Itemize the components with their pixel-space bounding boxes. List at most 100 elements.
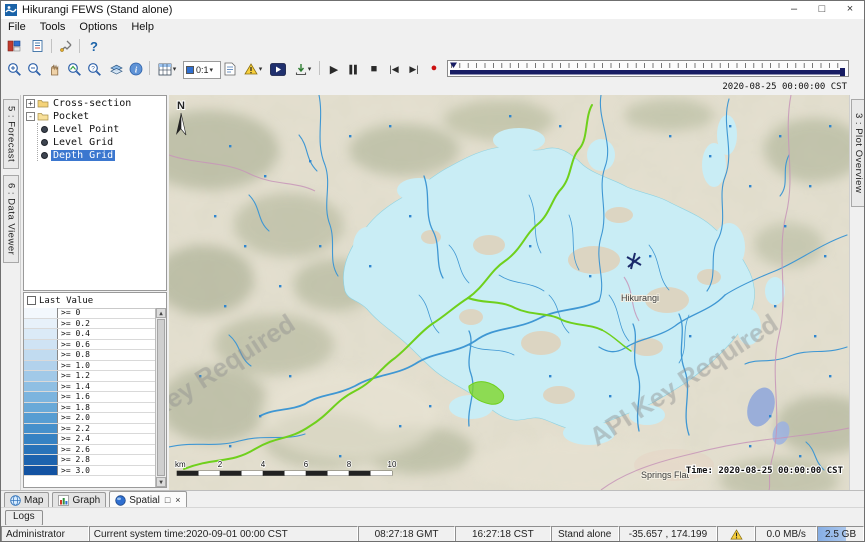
legend-color-swatch	[24, 340, 58, 350]
node-icon	[41, 139, 48, 146]
layers-icon[interactable]	[107, 60, 125, 78]
node-icon	[41, 126, 48, 133]
close-button[interactable]: ×	[836, 1, 864, 19]
scale-tick: 2	[218, 460, 223, 469]
pause-button[interactable]: ▌▌	[345, 60, 363, 78]
scroll-up-icon[interactable]: ▲	[156, 308, 166, 318]
left-tab-strip: 5 : Forecast 6 : Data Viewer	[1, 95, 21, 490]
collapse-toggle-icon[interactable]: -	[26, 112, 35, 121]
download-button[interactable]: ▾	[291, 60, 315, 78]
legend-row-label: >= 1.0	[58, 361, 90, 371]
tab-plot-overview[interactable]: 3 : Plot Overview	[851, 99, 865, 207]
scroll-down-icon[interactable]: ▼	[156, 477, 166, 487]
tab-data-viewer[interactable]: 6 : Data Viewer	[3, 175, 19, 263]
zoom-out-icon[interactable]	[25, 60, 43, 78]
zoom-extent-icon[interactable]	[65, 60, 83, 78]
scale-tick: 4	[261, 460, 266, 469]
tree-item-label: Level Grid	[51, 137, 115, 148]
menu-bar: File Tools Options Help	[1, 19, 864, 35]
tree-item-level-point[interactable]: Level Point	[40, 123, 166, 135]
menu-options[interactable]: Options	[72, 19, 124, 35]
tab-map[interactable]: Map	[4, 492, 49, 508]
scale-tick: 8	[347, 460, 352, 469]
logs-row: Logs	[1, 507, 864, 526]
label-springs-flat: Springs Flat	[641, 470, 690, 480]
main-toolbar: ?	[1, 35, 864, 58]
tree-item-label: Pocket	[51, 111, 91, 122]
map-canvas[interactable]: Hikurangi Springs Flat API Key Required …	[169, 95, 849, 490]
app-icon	[5, 4, 17, 16]
document-icon[interactable]	[221, 60, 239, 78]
timeline-slider[interactable]	[447, 60, 849, 77]
menu-help[interactable]: Help	[124, 19, 161, 35]
menu-file[interactable]: File	[1, 19, 33, 35]
legend-panel: Last Value >= 0 >= 0.2 >= 0.4 >= 0.6 >= …	[23, 292, 167, 488]
class-ratio-combo[interactable]: 0:1 ▾	[183, 61, 221, 79]
chart-icon	[58, 495, 69, 506]
import-icon[interactable]	[29, 37, 47, 55]
legend-row-label: >= 1.4	[58, 382, 90, 392]
tree-item-pocket[interactable]: - Pocket	[26, 110, 166, 122]
skip-to-end-button[interactable]: ▶|	[405, 60, 423, 78]
status-memory: 2.5 GB	[817, 526, 864, 542]
zoom-in-icon[interactable]	[5, 60, 23, 78]
current-time-label: 2020-08-25 00:00:00 CST	[687, 81, 847, 95]
status-warning-cell[interactable]	[717, 526, 755, 542]
zoom-info-icon[interactable]: ?	[85, 60, 103, 78]
status-system-time: Current system time:2020-09-01 00:00 CST	[89, 526, 358, 542]
tab-close-icon[interactable]: ×	[175, 495, 180, 505]
tools-icon[interactable]	[57, 37, 75, 55]
status-mode: Stand alone	[551, 526, 619, 542]
pan-hand-icon[interactable]	[45, 60, 63, 78]
legend-list: >= 0 >= 0.2 >= 0.4 >= 0.6 >= 0.8 >= 1.0 …	[24, 308, 166, 487]
expand-toggle-icon[interactable]: +	[26, 99, 35, 108]
last-value-checkbox[interactable]	[27, 296, 36, 305]
chevron-down-icon: ▾	[173, 65, 177, 73]
help-icon[interactable]: ?	[85, 37, 103, 55]
tab-maximize-icon[interactable]: □	[165, 495, 170, 505]
legend-row-label: >= 2.6	[58, 445, 90, 455]
warning-threshold-button[interactable]: ▾	[241, 60, 265, 78]
scale-tick: 6	[304, 460, 309, 469]
scale-tick: 10	[388, 460, 397, 469]
maximize-button[interactable]: □	[808, 1, 836, 19]
legend-color-swatch	[24, 371, 58, 381]
skip-to-start-button[interactable]: |◀	[385, 60, 403, 78]
tree-item-cross-section[interactable]: + Cross-section	[26, 97, 166, 109]
filter-tree: + Cross-section - Pocket Level Point	[23, 95, 167, 291]
combo-value: 0:1	[196, 65, 209, 75]
stop-button[interactable]: ■	[365, 60, 383, 78]
record-button[interactable]: ●	[425, 59, 443, 77]
title-bar: Hikurangi FEWS (Stand alone) – □ ×	[1, 1, 864, 20]
logs-button[interactable]: Logs	[5, 510, 43, 526]
legend-color-swatch	[24, 308, 58, 318]
legend-row: >= 0	[24, 308, 166, 319]
animation-export-button[interactable]	[269, 60, 287, 78]
scrollbar-thumb[interactable]	[157, 319, 165, 476]
database-icon[interactable]	[5, 37, 23, 55]
tree-item-depth-grid[interactable]: Depth Grid	[40, 149, 166, 161]
tab-forecast[interactable]: 5 : Forecast	[3, 99, 19, 169]
info-icon[interactable]: i	[127, 60, 145, 78]
tree-item-level-grid[interactable]: Level Grid	[40, 136, 166, 148]
globe-icon	[10, 495, 21, 506]
folder-icon	[37, 98, 49, 108]
menu-tools[interactable]: Tools	[33, 19, 73, 35]
tree-item-label: Level Point	[51, 124, 121, 135]
status-local-time: 16:27:18 CST	[455, 526, 551, 542]
legend-color-swatch	[24, 319, 58, 329]
legend-row: >= 0.2	[24, 319, 166, 330]
grid-display-button[interactable]: ▾	[155, 60, 179, 78]
legend-row-label: >= 2.4	[58, 434, 90, 444]
legend-scrollbar[interactable]: ▲ ▼	[155, 308, 166, 487]
legend-row: >= 1.2	[24, 371, 166, 382]
tab-spatial[interactable]: Spatial □ ×	[109, 491, 186, 508]
legend-color-swatch	[24, 350, 58, 360]
play-button[interactable]: ▶	[325, 60, 343, 78]
svg-text:?: ?	[91, 65, 95, 72]
minimize-button[interactable]: –	[780, 1, 808, 19]
tab-graph[interactable]: Graph	[52, 492, 106, 508]
legend-row-label: >= 1.8	[58, 403, 90, 413]
chevron-down-icon: ▾	[210, 66, 214, 74]
toolbar-separator	[149, 61, 150, 75]
